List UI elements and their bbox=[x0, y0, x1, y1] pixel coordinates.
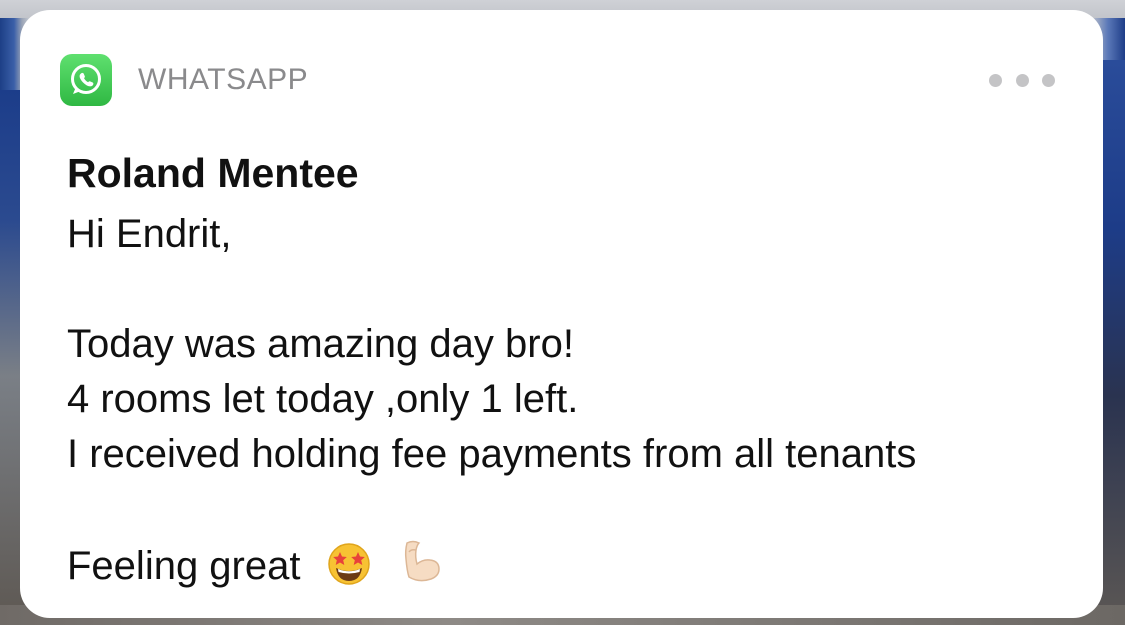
message-greeting: Hi Endrit, bbox=[67, 212, 232, 256]
notification-card[interactable]: WHATSAPP Roland Mentee Hi Endrit, Today … bbox=[20, 10, 1103, 618]
flexed-biceps-emoji-icon bbox=[397, 537, 443, 602]
message-closing-line: Feeling great bbox=[67, 537, 1067, 592]
more-options-icon[interactable] bbox=[989, 72, 1055, 88]
star-struck-emoji-icon bbox=[326, 541, 372, 602]
message-closing: Feeling great bbox=[67, 544, 301, 588]
more-dot bbox=[1015, 73, 1029, 87]
message-line: 4 rooms let today ,only 1 left. bbox=[67, 377, 579, 421]
message-line: Today was amazing day bro! bbox=[67, 322, 574, 366]
notification-header: WHATSAPP bbox=[60, 54, 308, 106]
app-name: WHATSAPP bbox=[138, 63, 309, 96]
message-body: Hi Endrit, Today was amazing day bro! 4 … bbox=[67, 207, 1067, 592]
message-line: I received holding fee payments from all… bbox=[67, 432, 917, 476]
sender-name: Roland Mentee bbox=[67, 150, 359, 196]
whatsapp-logo-icon bbox=[60, 54, 112, 106]
more-dot bbox=[1042, 73, 1055, 87]
more-dot bbox=[989, 73, 1002, 87]
